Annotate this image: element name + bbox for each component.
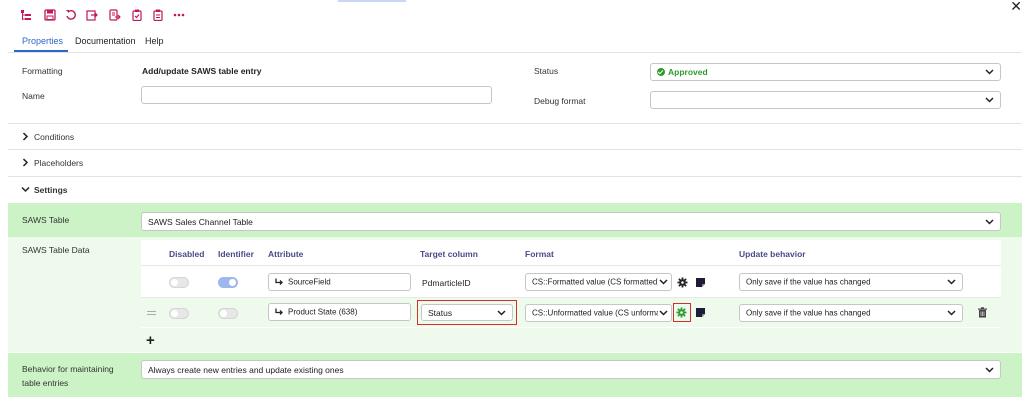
- column-header-update-behavior: Update behavior: [739, 249, 806, 259]
- saws-table-label: SAWS Table: [22, 215, 70, 225]
- target-column-select[interactable]: Status: [421, 304, 513, 321]
- placeholders-section-header[interactable]: Placeholders: [8, 149, 1022, 175]
- tree-structure-icon[interactable]: [20, 9, 32, 21]
- reference-arrow-icon: [275, 278, 284, 287]
- trash-icon[interactable]: [977, 307, 988, 318]
- chevron-down-icon: [947, 279, 956, 285]
- chevron-down-icon: [985, 97, 994, 103]
- note-icon[interactable]: [695, 277, 706, 288]
- update-behavior-select[interactable]: Only save if the value has changed: [739, 304, 963, 322]
- disabled-toggle[interactable]: [169, 277, 189, 288]
- close-icon[interactable]: ✕: [1010, 0, 1022, 15]
- format-select[interactable]: CS::Formatted value (CS formatted): [525, 273, 672, 291]
- more-icon[interactable]: [173, 9, 185, 21]
- reference-arrow-icon: [275, 308, 284, 317]
- save-icon[interactable]: [44, 9, 56, 21]
- gear-icon[interactable]: [676, 307, 687, 318]
- debug-format-label: Debug format: [534, 96, 586, 106]
- attribute-field[interactable]: Product State (638): [268, 303, 411, 321]
- conditions-section-header[interactable]: Conditions: [8, 123, 1022, 149]
- chevron-right-icon: [22, 158, 29, 167]
- export-icon[interactable]: [86, 9, 98, 21]
- update-behavior-select[interactable]: Only save if the value has changed: [739, 273, 963, 291]
- gear-icon[interactable]: [677, 277, 688, 288]
- column-header-target-column: Target column: [420, 249, 478, 259]
- identifier-toggle[interactable]: [218, 308, 238, 319]
- status-select[interactable]: Approved: [650, 63, 1001, 81]
- column-header-attribute: Attribute: [268, 249, 304, 259]
- identifier-toggle[interactable]: [218, 277, 238, 288]
- settings-section-header[interactable]: Settings: [8, 176, 1022, 202]
- chevron-down-icon: [659, 279, 668, 285]
- name-label: Name: [22, 91, 45, 101]
- saws-table-select[interactable]: SAWS Sales Channel Table: [141, 212, 1001, 231]
- column-header-format: Format: [525, 249, 554, 259]
- formatting-label: Formatting: [22, 66, 63, 76]
- toolbar: ✕: [0, 0, 1024, 30]
- status-label: Status: [534, 66, 559, 76]
- status-value: Approved: [657, 67, 708, 77]
- chevron-down-icon: [985, 69, 994, 75]
- chevron-down-icon: [985, 218, 994, 225]
- chevron-down-icon: [497, 309, 506, 316]
- chevron-down-icon: [947, 310, 956, 316]
- clipboard-check-icon[interactable]: [131, 9, 143, 21]
- behavior-label-line1: Behavior for maintaining: [22, 364, 114, 374]
- check-circle-icon: [657, 68, 665, 76]
- tabs-divider: [8, 52, 1022, 53]
- chevron-down-icon: [985, 366, 994, 373]
- chevron-right-icon: [22, 132, 29, 141]
- name-field[interactable]: [141, 86, 492, 104]
- tab-properties[interactable]: Properties: [22, 36, 63, 46]
- attribute-field[interactable]: SourceField: [268, 273, 411, 291]
- chevron-down-icon: [659, 310, 668, 316]
- active-indicator-strip: [338, 0, 406, 2]
- formatting-value: Add/update SAWS table entry: [142, 66, 262, 76]
- target-column-value: PdmarticleID: [422, 278, 471, 288]
- behavior-select[interactable]: Always create new entries and update exi…: [141, 360, 1001, 379]
- clipboard-paste-icon[interactable]: [152, 9, 164, 21]
- undo-icon[interactable]: [65, 9, 77, 21]
- disabled-toggle[interactable]: [169, 308, 189, 319]
- format-select[interactable]: CS::Unformatted value (CS unformatted): [525, 304, 672, 322]
- add-row-button[interactable]: +: [146, 333, 155, 348]
- column-header-identifier: Identifier: [218, 249, 254, 259]
- note-icon[interactable]: [695, 307, 706, 318]
- debug-format-select[interactable]: [650, 91, 1001, 109]
- header-divider: [141, 265, 1001, 266]
- behavior-label-line2: table entries: [22, 378, 69, 388]
- saws-table-data-label: SAWS Table Data: [22, 245, 90, 255]
- column-header-disabled: Disabled: [169, 249, 205, 259]
- tab-documentation[interactable]: Documentation: [75, 36, 136, 46]
- database-export-icon[interactable]: [109, 9, 121, 21]
- drag-handle-icon[interactable]: [147, 311, 156, 315]
- tab-help[interactable]: Help: [145, 36, 164, 46]
- chevron-down-icon: [21, 186, 30, 193]
